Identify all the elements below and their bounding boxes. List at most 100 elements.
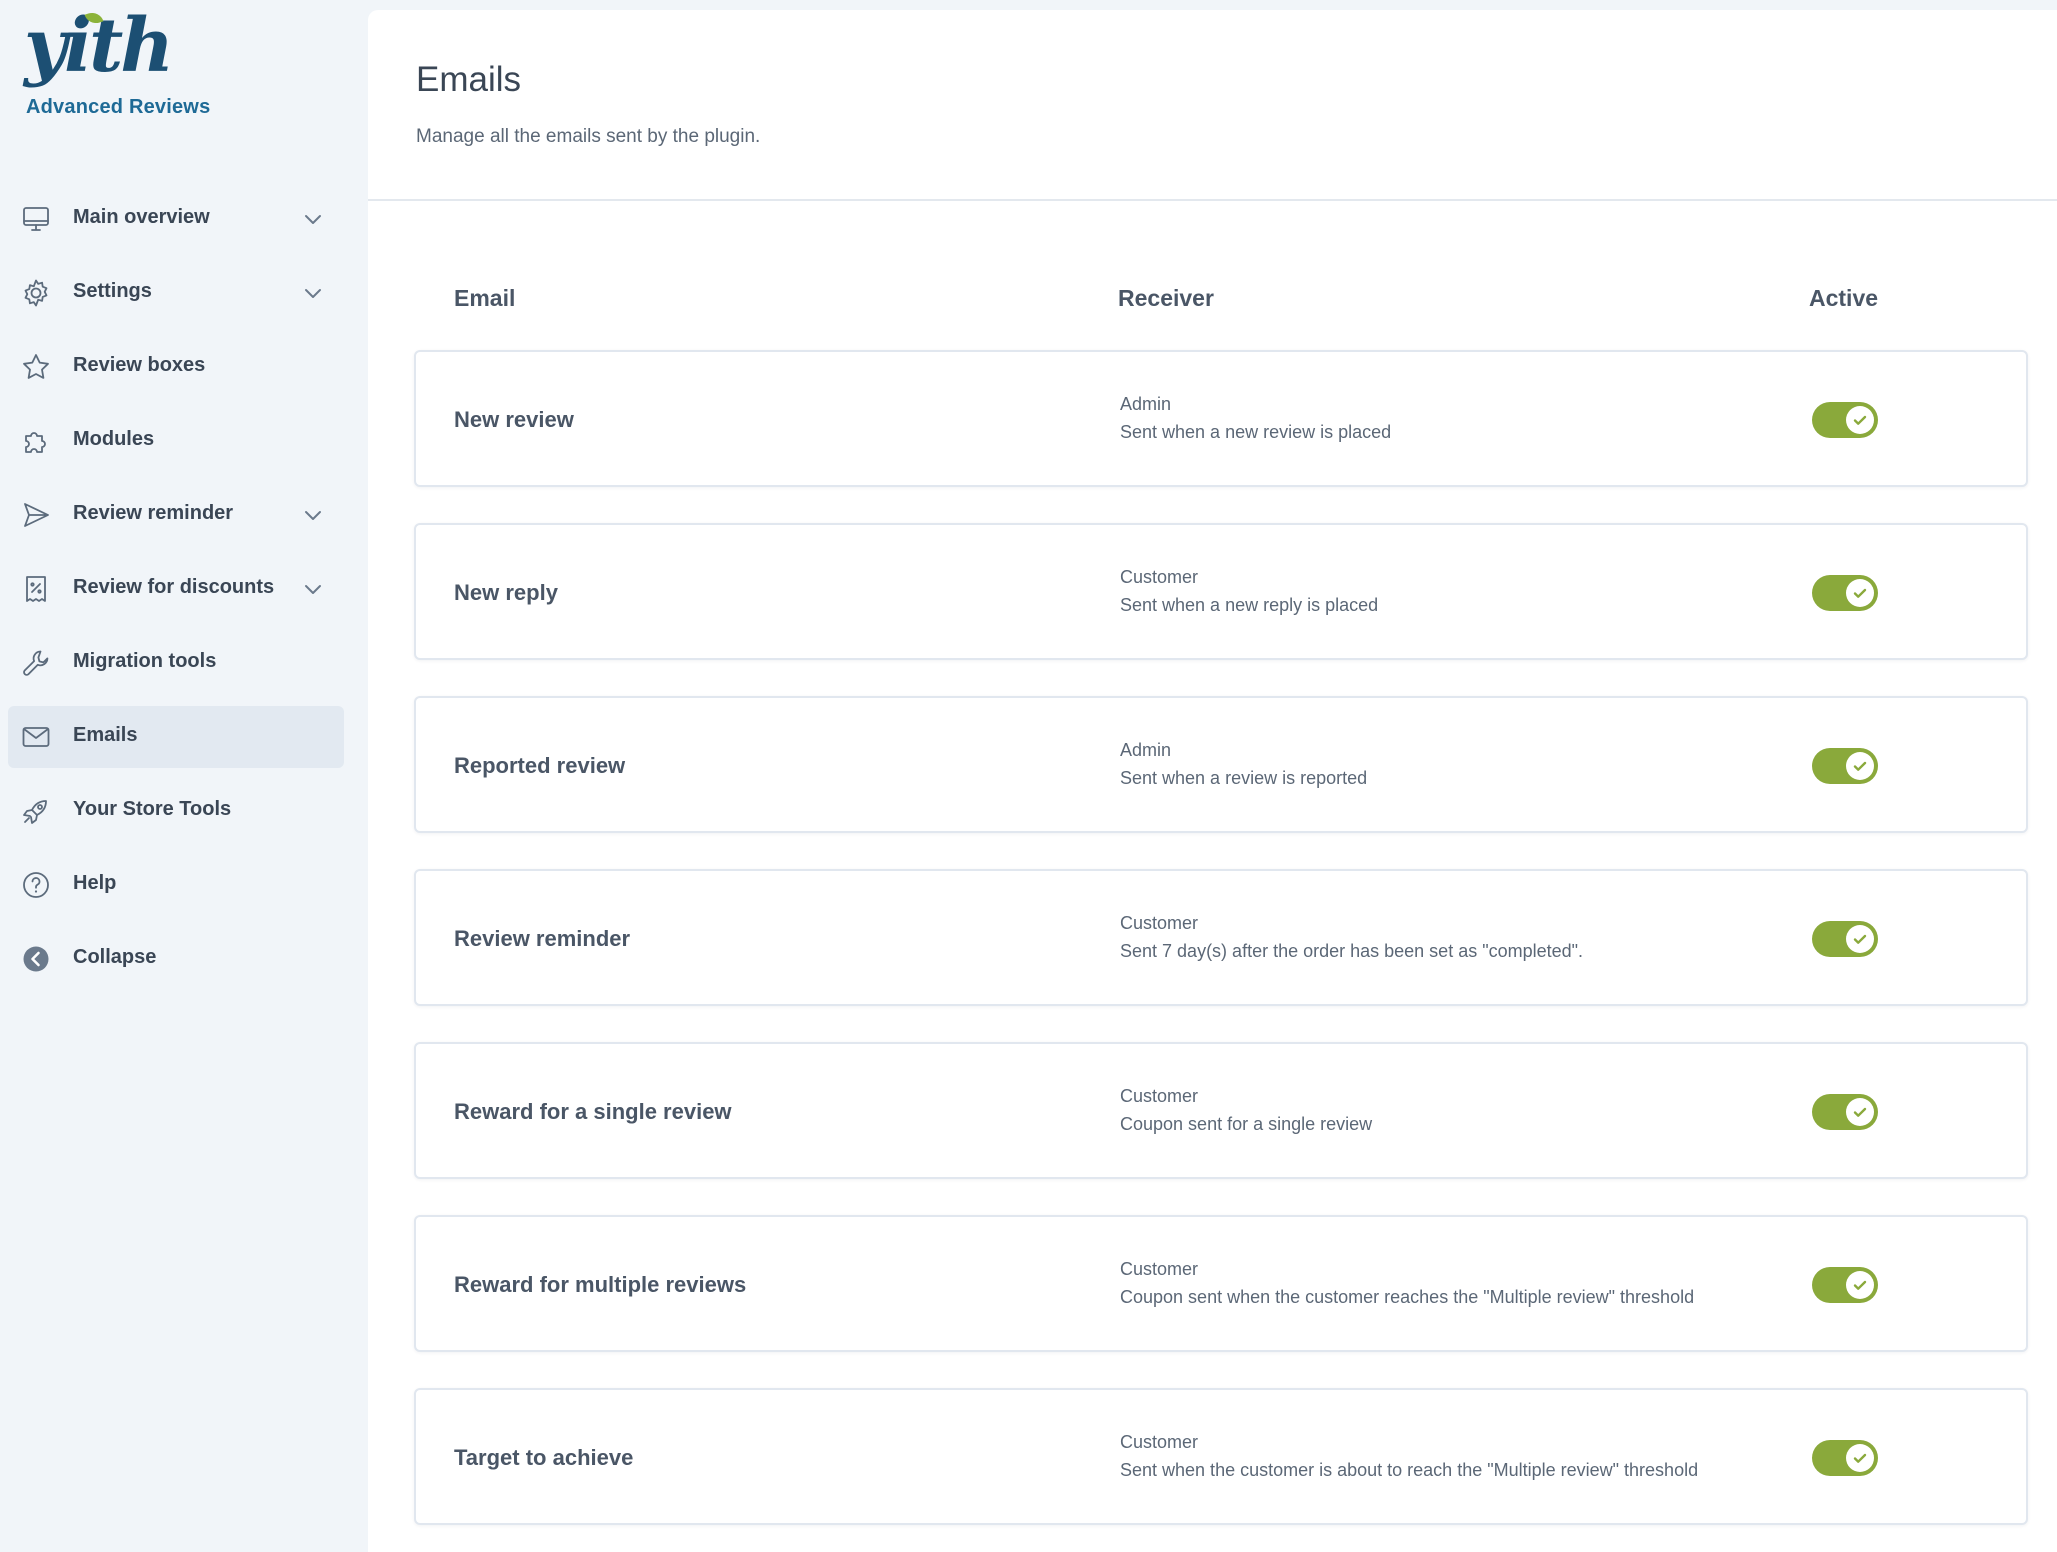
email-name[interactable]: Target to achieve	[454, 1445, 633, 1471]
sidebar-item-migration-tools[interactable]: Migration tools	[8, 632, 344, 694]
active-toggle[interactable]	[1812, 748, 1878, 784]
emails-table-header: Email Receiver Active	[368, 285, 2057, 325]
receiver-role: Customer	[1120, 913, 1199, 933]
sidebar-item-main-overview[interactable]: Main overview	[8, 188, 344, 250]
sidebar: yith Advanced Reviews Main overview Setti…	[0, 0, 366, 1552]
chevron-down-icon[interactable]	[302, 208, 324, 230]
receiver-description: Sent when a new review is placed	[1120, 422, 1392, 442]
receiver-description: Sent when a review is reported	[1120, 768, 1368, 788]
email-name[interactable]: New reply	[454, 580, 558, 606]
brand: yith Advanced Reviews	[24, 6, 210, 118]
check-icon	[1846, 1444, 1874, 1472]
rocket-icon	[20, 795, 52, 827]
receiver-role: Customer	[1120, 1086, 1199, 1106]
check-icon	[1846, 1098, 1874, 1126]
yith-logo[interactable]: yith	[24, 6, 174, 86]
receiver-cell: Admin Sent when a review is reported	[1120, 738, 1367, 790]
sidebar-item-label: Migration tools	[73, 650, 217, 672]
receiver-cell: Customer Coupon sent when the customer re…	[1120, 1257, 1694, 1309]
receiver-description: Coupon sent when the customer reaches th…	[1120, 1287, 1695, 1307]
sidebar-item-review-boxes[interactable]: Review boxes	[8, 336, 344, 398]
check-icon	[1846, 579, 1874, 607]
active-toggle[interactable]	[1812, 575, 1878, 611]
chevron-down-icon[interactable]	[302, 504, 324, 526]
receiver-cell: Customer Sent when the customer is about …	[1120, 1430, 1698, 1482]
receiver-cell: Admin Sent when a new review is placed	[1120, 392, 1391, 444]
table-row: Target to achieve Customer Sent when the c…	[414, 1388, 2028, 1525]
sidebar-item-label: Collapse	[73, 946, 157, 968]
receiver-role: Customer	[1120, 567, 1199, 587]
active-toggle[interactable]	[1812, 1440, 1878, 1476]
sidebar-item-modules[interactable]: Modules	[8, 410, 344, 472]
check-icon	[1846, 406, 1874, 434]
column-header-email: Email	[454, 285, 516, 311]
receiver-description: Coupon sent for a single review	[1120, 1114, 1373, 1134]
sidebar-item-label: Main overview	[73, 206, 210, 228]
email-name[interactable]: Reward for multiple reviews	[454, 1272, 746, 1298]
sidebar-nav: Main overview Settings Review boxes Modules…	[8, 188, 344, 1002]
emails-table: New review Admin Sent when a new review is…	[414, 350, 2028, 1552]
sidebar-item-settings[interactable]: Settings	[8, 262, 344, 324]
email-name[interactable]: New review	[454, 407, 574, 433]
envelope-icon	[20, 721, 52, 753]
check-icon	[1846, 925, 1874, 953]
collapse-arrow-icon	[20, 943, 52, 975]
sidebar-item-label: Review boxes	[73, 354, 206, 376]
question-circle-icon	[20, 869, 52, 901]
chevron-down-icon[interactable]	[302, 282, 324, 304]
sidebar-item-review-for-discounts[interactable]: Review for discounts	[8, 558, 344, 620]
main-panel: Emails Manage all the emails sent by the…	[368, 10, 2057, 1552]
receipt-percent-icon	[20, 573, 52, 605]
page-title: Emails	[416, 60, 522, 99]
star-icon	[20, 351, 52, 383]
active-toggle[interactable]	[1812, 1094, 1878, 1130]
table-row: Reward for a single review Customer Coupon…	[414, 1042, 2028, 1179]
receiver-role: Admin	[1120, 740, 1172, 760]
sidebar-item-help[interactable]: Help	[8, 854, 344, 916]
puzzle-icon	[20, 425, 52, 457]
active-toggle[interactable]	[1812, 402, 1878, 438]
receiver-role: Admin	[1120, 394, 1172, 414]
active-toggle[interactable]	[1812, 1267, 1878, 1303]
sidebar-item-label: Review reminder	[73, 502, 234, 524]
receiver-cell: Customer Coupon sent for a single review	[1120, 1084, 1372, 1136]
sidebar-item-label: Review for discounts	[73, 576, 275, 598]
table-row: Reported review Admin Sent when a review i…	[414, 696, 2028, 833]
product-name: Advanced Reviews	[26, 96, 211, 118]
active-toggle[interactable]	[1812, 921, 1878, 957]
page-header: Emails Manage all the emails sent by the…	[368, 10, 2057, 201]
wrench-icon	[20, 647, 52, 679]
app-window: yith Advanced Reviews Main overview Setti…	[0, 0, 2057, 1552]
receiver-description: Sent when a new reply is placed	[1120, 595, 1379, 615]
table-row: New reply Customer Sent when a new reply i…	[414, 523, 2028, 660]
sidebar-item-emails[interactable]: Emails	[8, 706, 344, 768]
receiver-cell: Customer Sent when a new reply is placed	[1120, 565, 1378, 617]
table-row: Reward for multiple reviews Customer Coupo…	[414, 1215, 2028, 1352]
column-header-active: Active	[1809, 285, 1879, 311]
table-row: Review reminder Customer Sent 7 day(s) aft…	[414, 869, 2028, 1006]
gear-icon	[20, 277, 52, 309]
receiver-role: Customer	[1120, 1259, 1199, 1279]
receiver-cell: Customer Sent 7 day(s) after the order ha…	[1120, 911, 1583, 963]
monitor-icon	[20, 203, 52, 235]
page-description: Manage all the emails sent by the plugin…	[416, 126, 761, 147]
sidebar-item-label: Help	[73, 872, 117, 894]
receiver-description: Sent 7 day(s) after the order has been s…	[1120, 941, 1584, 961]
email-name[interactable]: Reported review	[454, 753, 625, 779]
sidebar-item-label: Modules	[73, 428, 155, 450]
sidebar-item-your-store-tools[interactable]: Your Store Tools	[8, 780, 344, 842]
column-header-receiver: Receiver	[1118, 285, 1214, 311]
check-icon	[1846, 1271, 1874, 1299]
receiver-description: Sent when the customer is about to reach…	[1120, 1460, 1699, 1480]
sidebar-item-label: Settings	[73, 280, 152, 302]
check-icon	[1846, 752, 1874, 780]
sidebar-item-review-reminder[interactable]: Review reminder	[8, 484, 344, 546]
sidebar-item-label: Emails	[73, 724, 138, 746]
sidebar-item-collapse[interactable]: Collapse	[8, 928, 344, 990]
chevron-down-icon[interactable]	[302, 578, 324, 600]
table-row: New review Admin Sent when a new review is…	[414, 350, 2028, 487]
email-name[interactable]: Review reminder	[454, 926, 630, 952]
receiver-role: Customer	[1120, 1432, 1199, 1452]
sidebar-item-label: Your Store Tools	[73, 798, 232, 820]
email-name[interactable]: Reward for a single review	[454, 1099, 732, 1125]
